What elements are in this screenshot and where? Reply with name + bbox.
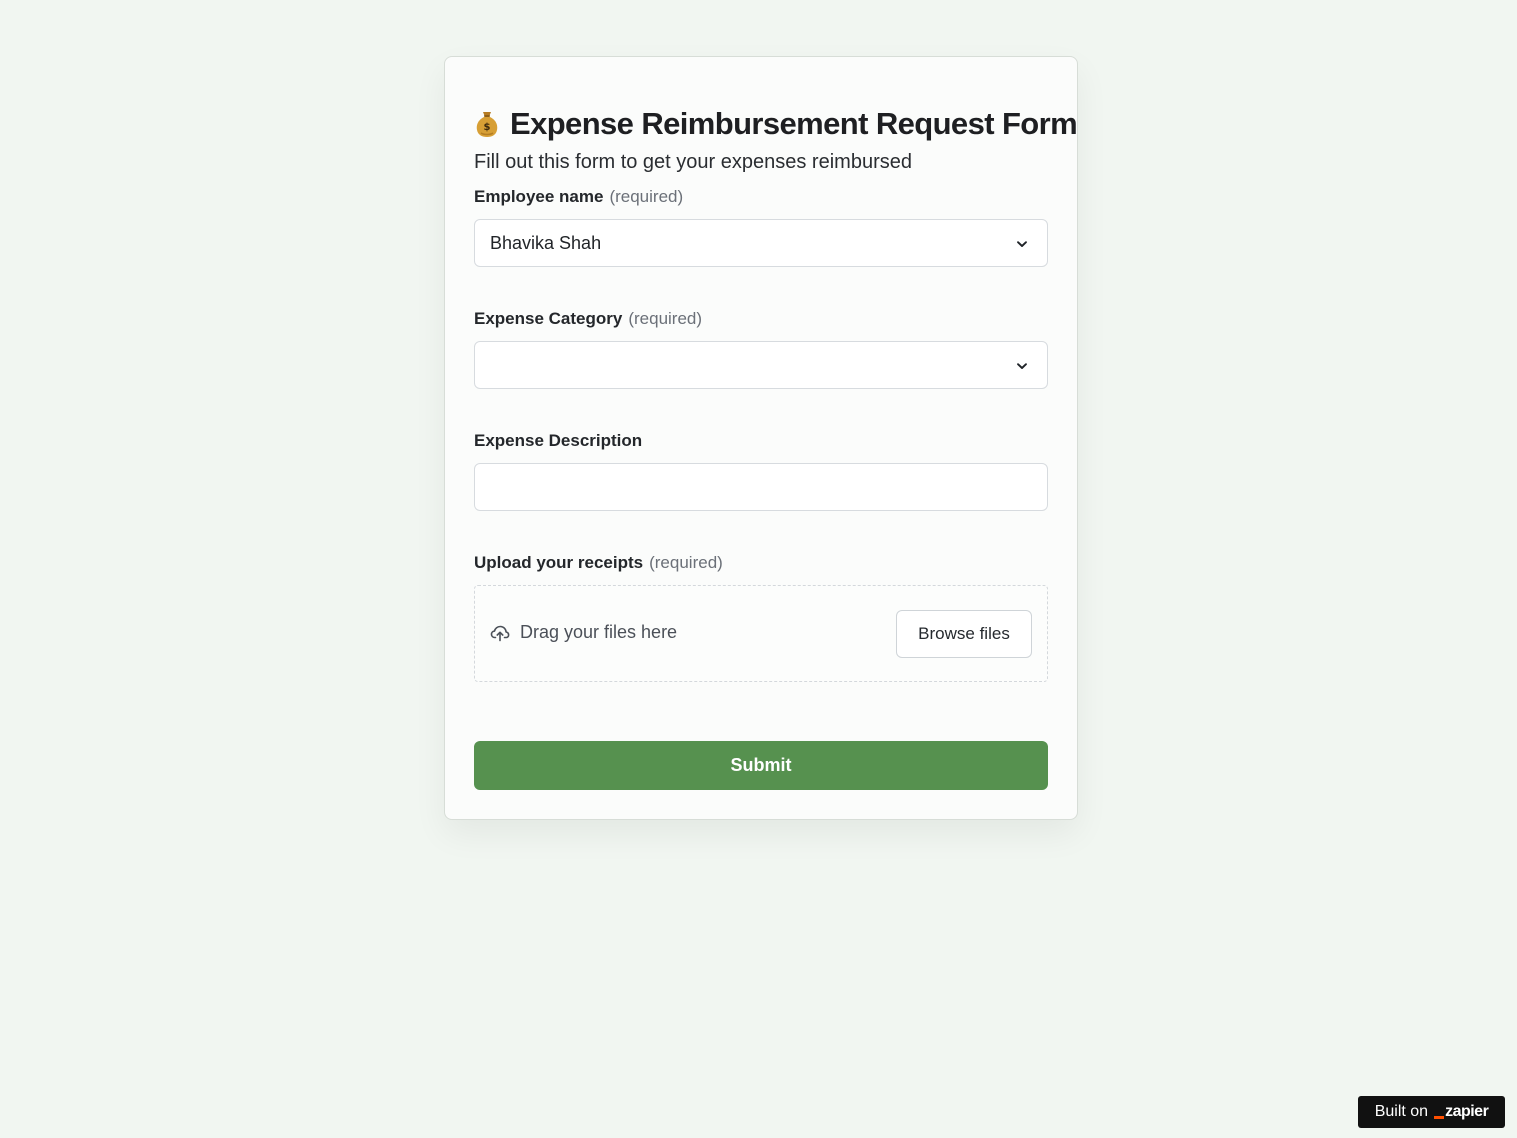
zapier-brand-text: zapier xyxy=(1445,1103,1489,1120)
employee-name-label-text: Employee name xyxy=(474,187,604,206)
title-row: $ Expense Reimbursement Request Form xyxy=(474,87,1078,160)
employee-name-label: Employee name (required) xyxy=(474,188,683,205)
upload-receipts-required-text: (required) xyxy=(649,553,723,572)
employee-name-selected-value: Bhavika Shah xyxy=(490,232,602,253)
expense-form-card: $ Expense Reimbursement Request Form Fil… xyxy=(444,56,1078,820)
cloud-upload-icon xyxy=(490,624,510,642)
zapier-mark-icon xyxy=(1434,1115,1445,1119)
expense-category-label-text: Expense Category xyxy=(474,309,623,328)
expense-description-input[interactable] xyxy=(474,463,1048,511)
employee-name-required-text: (required) xyxy=(609,187,684,206)
expense-description-label-text: Expense Description xyxy=(474,431,643,450)
drag-files-text: Drag your files here xyxy=(520,622,678,642)
browse-files-button[interactable]: Browse files xyxy=(896,610,1032,658)
upload-receipts-label: Upload your receipts (required) xyxy=(474,554,723,571)
page-subtitle: Fill out this form to get your expenses … xyxy=(474,151,912,173)
built-on-zapier-badge[interactable]: Built on zapier xyxy=(1358,1096,1505,1128)
expense-category-label: Expense Category (required) xyxy=(474,310,702,327)
submit-button[interactable]: Submit xyxy=(474,741,1048,790)
expense-category-select[interactable] xyxy=(474,341,1048,389)
upload-dropzone[interactable]: Drag your files here Browse files xyxy=(474,585,1048,682)
zapier-logo: zapier xyxy=(1434,1103,1489,1121)
expense-category-required-text: (required) xyxy=(628,309,703,328)
built-on-text: Built on xyxy=(1374,1103,1429,1120)
page-title: Expense Reimbursement Request Form xyxy=(510,105,1078,141)
chevron-down-icon xyxy=(1015,359,1029,373)
upload-receipts-label-text: Upload your receipts xyxy=(474,553,644,572)
money-bag-icon: $ xyxy=(474,108,500,138)
chevron-down-icon xyxy=(1015,237,1029,251)
employee-name-select[interactable]: Bhavika Shah xyxy=(474,219,1048,267)
svg-text:$: $ xyxy=(484,122,491,133)
expense-description-label: Expense Description xyxy=(474,432,642,449)
upload-hint: Drag your files here xyxy=(490,622,677,643)
